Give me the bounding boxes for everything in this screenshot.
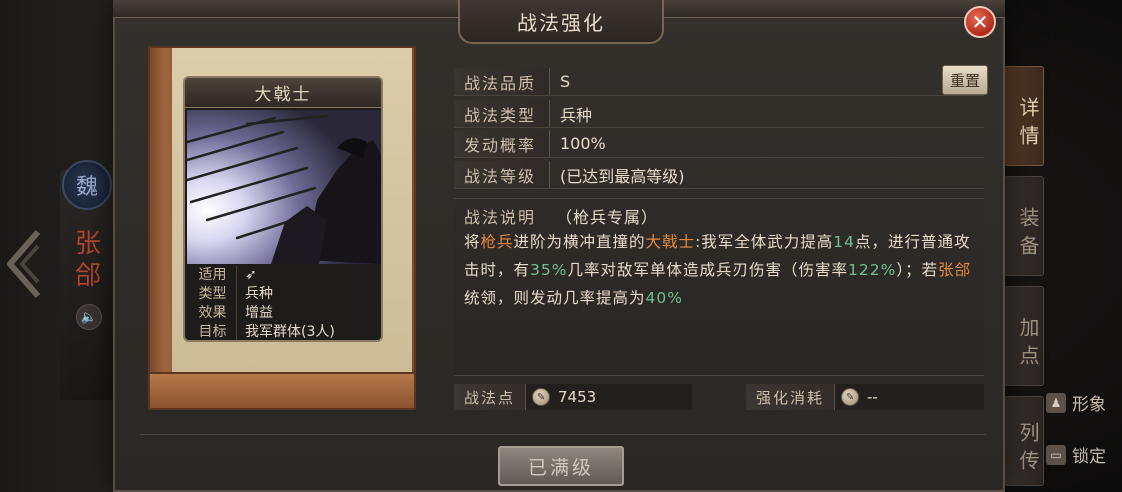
side-tab-0[interactable]: 详情 (1004, 66, 1044, 166)
description-segment: 统领，则发动几率提高为 (464, 289, 646, 307)
side-tab-3[interactable]: 列传 (1004, 396, 1044, 486)
quality-label: 战法品质 (454, 68, 550, 95)
dialog-title-plate: 战法强化 (458, 0, 664, 44)
tactic-points-bar: 战法点 ✎ 7453 (454, 384, 692, 410)
cost-value-field: ✎ -- (835, 384, 984, 410)
description-segment: 进阶为横冲直撞的 (513, 233, 646, 251)
lock-label: 锁定 (1072, 447, 1106, 467)
points-value-field: ✎ 7453 (526, 384, 692, 410)
card-info-row: 目标 我军群体(3人) (189, 323, 379, 340)
bottom-divider (140, 434, 986, 435)
card-info-value: 兵种 (245, 286, 273, 302)
card-info-row: 类型 兵种 (189, 285, 379, 304)
tactic-card: 大戟士 适用 ➶ 类型 兵种 效果 增益 目标 我军群体(3人) (183, 76, 383, 342)
cost-label: 强化消耗 (746, 384, 836, 410)
previous-arrow-icon[interactable] (4, 228, 44, 300)
figure-icon: ♟ (1046, 392, 1066, 413)
close-icon: ✕ (971, 10, 989, 34)
card-info-value: 我军群体(3人) (245, 324, 335, 340)
rate-row: 发动概率 100% (454, 130, 984, 158)
rate-value: 100% (560, 134, 606, 153)
lock-icon: ▭ (1046, 444, 1066, 465)
description-header: 战法说明 （枪兵专属） (464, 204, 658, 228)
description-sub: （枪兵专属） (556, 208, 659, 227)
description-label: 战法说明 (464, 208, 537, 227)
card-info-value (257, 266, 265, 285)
description-segment: 35% (530, 261, 568, 279)
level-row: 战法等级 (已达到最高等级) (454, 161, 984, 189)
type-row: 战法类型 兵种 (454, 100, 984, 128)
max-level-button[interactable]: 已满级 (498, 446, 624, 486)
card-artwork (187, 110, 381, 264)
description-segment: 将 (464, 233, 481, 251)
card-title: 大戟士 (185, 78, 381, 108)
card-info-key: 类型 (189, 285, 237, 304)
description-segment: :我军全体武力提高 (695, 233, 834, 251)
description-segment: 14 (833, 233, 856, 251)
card-info-key: 适用 (189, 266, 237, 285)
side-tab-1[interactable]: 装备 (1004, 176, 1044, 276)
card-info-row: 适用 ➶ (189, 266, 379, 285)
level-label: 战法等级 (454, 161, 550, 188)
description-segment: 122% (847, 261, 897, 279)
points-value: 7453 (558, 388, 597, 406)
description-segment: 几率对敌军单体造成兵刃伤害（伤害率 (567, 261, 848, 279)
description-segment: 大戟士 (645, 233, 696, 251)
scroll-bottom-rod (148, 372, 416, 410)
general-name: 张郃 (74, 229, 101, 291)
description-segment: 40% (645, 289, 683, 307)
sound-icon[interactable]: 🔈 (76, 304, 102, 330)
image-label: 形象 (1072, 395, 1106, 415)
rate-label: 发动概率 (454, 130, 550, 157)
dialog-title: 战法强化 (517, 10, 605, 35)
enhance-cost-bar: 强化消耗 ✎ -- (746, 384, 984, 410)
card-info-row: 效果 增益 (189, 304, 379, 323)
tactic-point-coin-icon: ✎ (841, 388, 860, 406)
cost-value: -- (867, 388, 878, 406)
side-tab-2[interactable]: 加点 (1004, 286, 1044, 386)
lock-toggle[interactable]: ▭ 锁定 (1046, 442, 1106, 467)
reset-button[interactable]: 重置 (942, 65, 988, 95)
card-info-key: 目标 (189, 323, 237, 340)
points-label: 战法点 (454, 384, 527, 410)
spear-icon: ➶ (245, 267, 257, 283)
description-text: 将枪兵进阶为横冲直撞的大戟士:我军全体武力提高14点，进行普通攻击时，有35%几… (464, 228, 980, 312)
image-toggle[interactable]: ♟ 形象 (1046, 390, 1106, 415)
quality-row: 战法品质 S (454, 68, 984, 96)
card-info-key: 效果 (189, 304, 237, 323)
type-value: 兵种 (560, 105, 593, 125)
quality-value: S (560, 72, 571, 91)
card-info-value: 增益 (245, 305, 273, 321)
type-label: 战法类型 (454, 100, 550, 127)
faction-seal-icon: 魏 (62, 160, 112, 210)
description-segment: 枪兵 (480, 233, 514, 251)
close-button[interactable]: ✕ (964, 6, 996, 38)
description-segment: 张郃 (938, 261, 972, 279)
card-info-table: 适用 ➶ 类型 兵种 效果 增益 目标 我军群体(3人) (189, 266, 379, 340)
level-value: (已达到最高等级) (560, 166, 685, 186)
tactic-point-coin-icon: ✎ (532, 388, 551, 406)
description-segment: ）；若 (896, 261, 939, 279)
